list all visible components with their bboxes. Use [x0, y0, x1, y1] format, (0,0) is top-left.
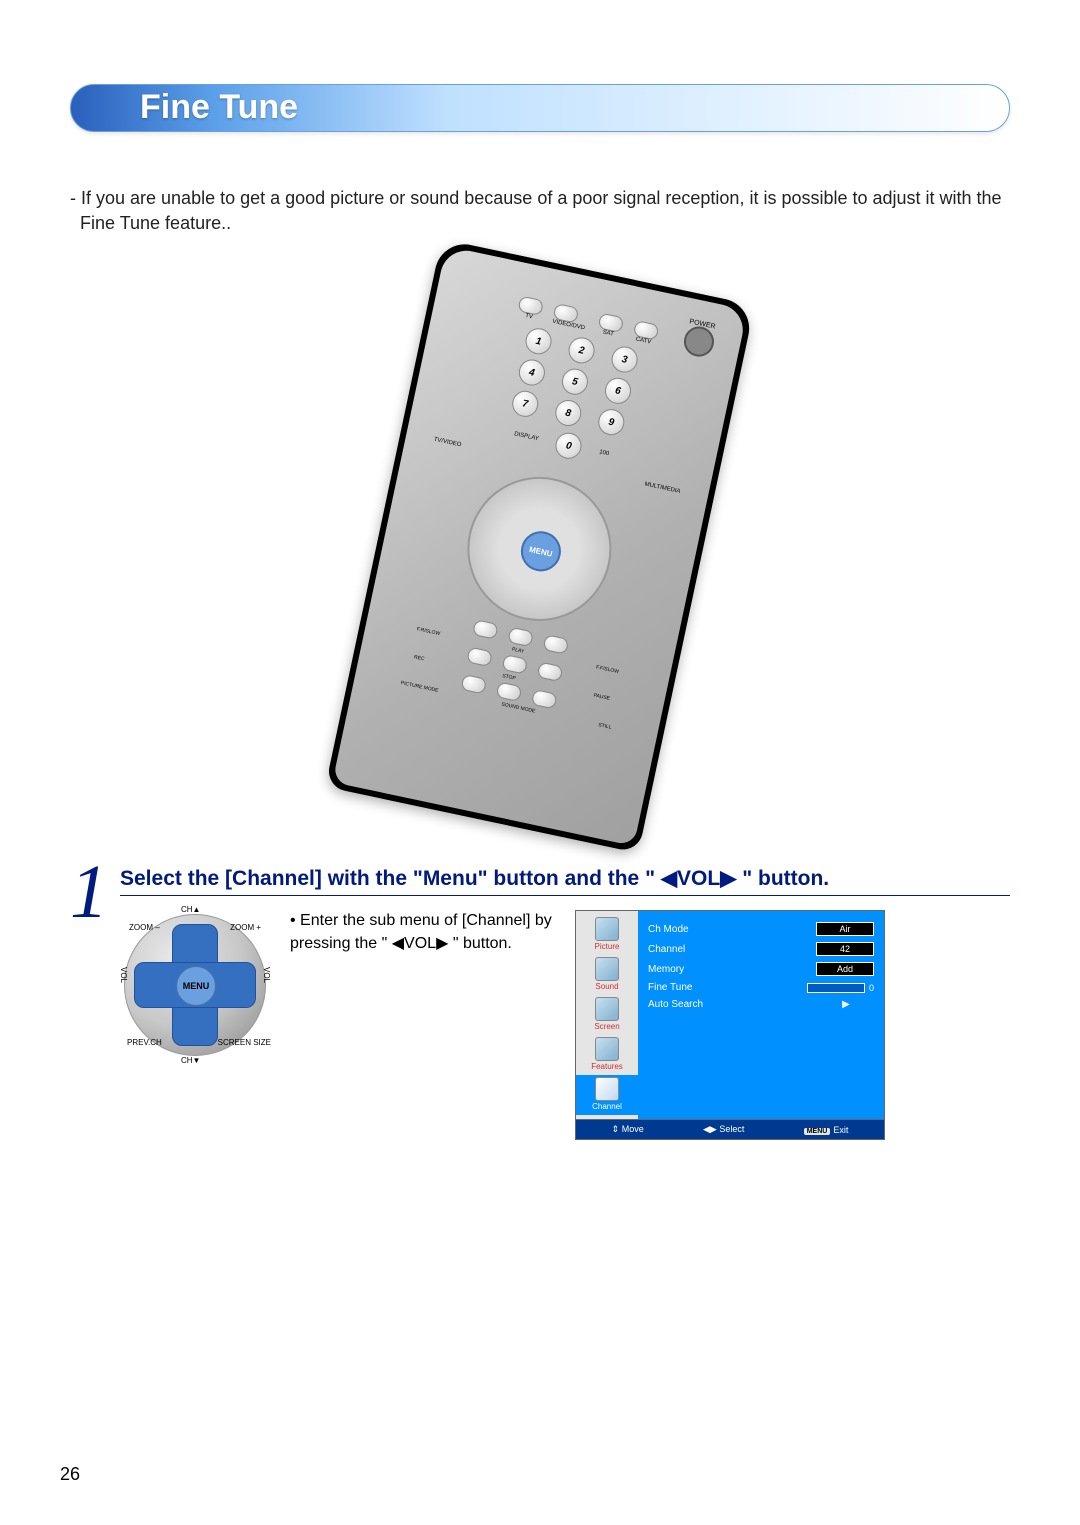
title-bar: Fine Tune: [60, 80, 1020, 136]
osd-row-channel: Channel42: [644, 939, 878, 959]
remote-illustration: POWER TV VIDEO/DVD SAT CATV 1 2 3 4 5 6: [60, 266, 1020, 826]
osd-row-finetune: Fine Tune0: [644, 979, 878, 996]
num-3: 3: [609, 344, 640, 375]
osd-side-picture: Picture: [576, 915, 638, 955]
num-0: 0: [553, 431, 584, 462]
remote-body: POWER TV VIDEO/DVD SAT CATV 1 2 3 4 5 6: [325, 239, 754, 853]
osd-side-screen: Screen: [576, 995, 638, 1035]
step-content: Select the [Channel] with the "Menu" but…: [120, 866, 1010, 1140]
num-2: 2: [566, 335, 597, 366]
page-number: 26: [60, 1464, 80, 1485]
osd-body: Ch ModeAir Channel42 MemoryAdd Fine Tune…: [638, 911, 884, 1119]
step-body: MENU CH▲ CH▼ ZOOM – ZOOM + PREV.CH SCREE…: [120, 910, 1010, 1140]
manual-page: Fine Tune - If you are unable to get a g…: [0, 0, 1080, 1525]
sound-icon: [595, 957, 619, 981]
num-8: 8: [553, 398, 584, 429]
osd-sidebar: Picture Sound Screen Features Channel: [576, 911, 638, 1119]
osd-side-features: Features: [576, 1035, 638, 1075]
step-number: 1: [70, 858, 108, 926]
osd-row-chmode: Ch ModeAir: [644, 919, 878, 939]
multimedia-label: MULTIMEDIA: [644, 482, 681, 495]
num-5: 5: [560, 367, 591, 398]
screen-icon: [595, 997, 619, 1021]
page-title: Fine Tune: [140, 80, 298, 134]
mini-ch-down: CH▼: [181, 1056, 200, 1065]
osd-row-memory: MemoryAdd: [644, 959, 878, 979]
remote-face: POWER TV VIDEO/DVD SAT CATV 1 2 3 4 5 6: [332, 246, 747, 846]
mini-zoom-plus: ZOOM +: [230, 923, 261, 932]
step-bullet: • Enter the sub menu of [Channel] by pre…: [290, 910, 555, 955]
osd-screenshot: Picture Sound Screen Features Channel Ch…: [575, 910, 885, 1140]
mini-prevch: PREV.CH: [127, 1038, 162, 1047]
mini-vol-l: VOL: [119, 967, 128, 983]
num-7: 7: [510, 389, 541, 420]
mini-dpad: MENU CH▲ CH▼ ZOOM – ZOOM + PREV.CH SCREE…: [120, 910, 270, 1060]
mini-ch-up: CH▲: [181, 905, 200, 914]
mini-screensize: SCREEN SIZE: [218, 1038, 271, 1047]
remote-menu-btn: MENU: [517, 528, 564, 575]
hundred-label: 100: [599, 450, 610, 458]
osd-side-sound: Sound: [576, 955, 638, 995]
channel-icon: [595, 1077, 619, 1101]
num-9: 9: [596, 407, 627, 438]
remote-dpad: MENU: [454, 464, 625, 635]
num-4: 4: [516, 357, 547, 388]
num-6: 6: [603, 376, 634, 407]
mini-vol-r: VOL: [262, 967, 271, 983]
osd-slider: [807, 983, 865, 993]
osd-row-autosearch: Auto Search▶: [644, 996, 878, 1013]
osd-footer: ⇕ Move ◀▶ Select MENUExit: [575, 1120, 885, 1140]
step-1: 1 Select the [Channel] with the "Menu" b…: [70, 866, 1010, 1140]
display-label: DISPLAY: [514, 432, 540, 443]
features-icon: [595, 1037, 619, 1061]
osd-side-channel: Channel: [576, 1075, 638, 1115]
tvvideo-label: TV/VIDEO: [433, 437, 462, 449]
picture-icon: [595, 917, 619, 941]
mini-zoom-minus: ZOOM –: [129, 923, 160, 932]
intro-text: - If you are unable to get a good pictur…: [70, 186, 1010, 236]
num-1: 1: [523, 326, 554, 357]
step-heading: Select the [Channel] with the "Menu" but…: [120, 866, 1010, 896]
